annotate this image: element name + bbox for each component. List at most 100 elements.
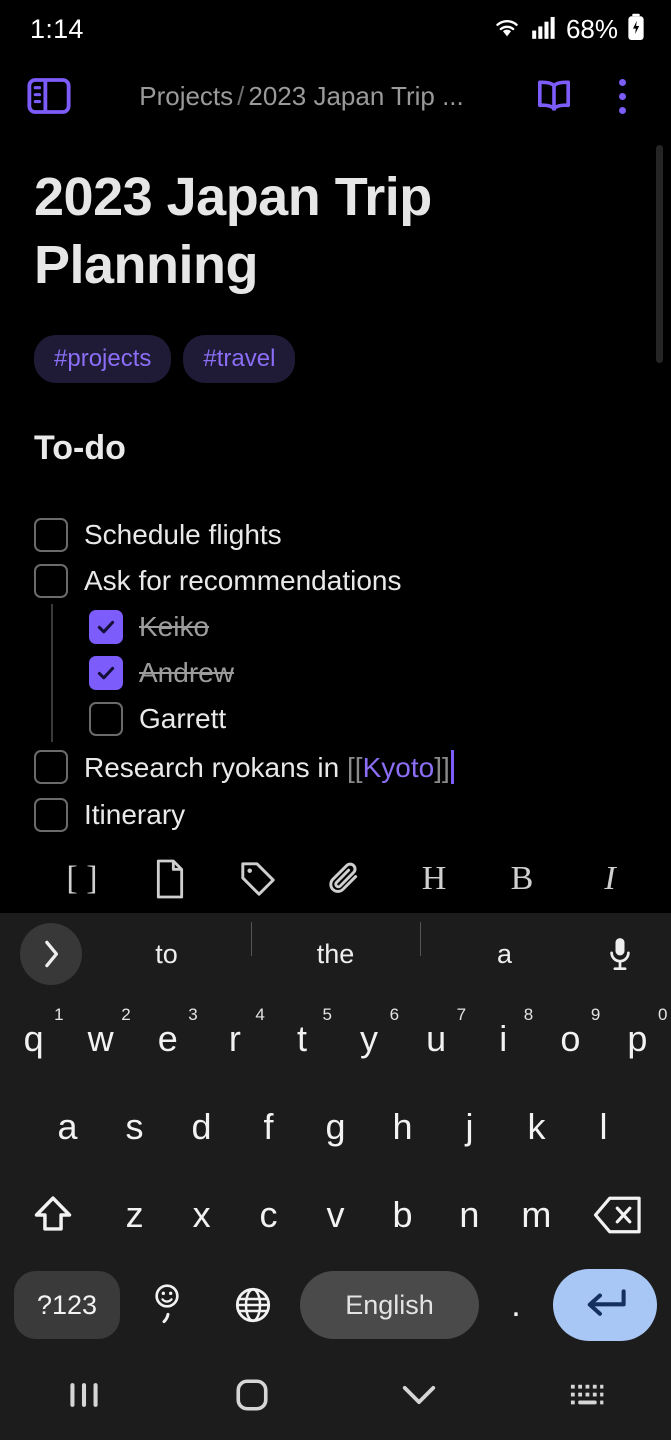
breadcrumb[interactable]: Projects/2023 Japan Trip ... xyxy=(90,81,513,112)
todo-label[interactable]: Schedule flights xyxy=(84,519,282,551)
heading-glyph: H xyxy=(421,860,447,897)
symbols-key[interactable]: ?123 xyxy=(14,1271,120,1339)
key-sup: 4 xyxy=(255,1005,265,1024)
key-d[interactable]: d xyxy=(168,1083,235,1171)
microphone-icon[interactable] xyxy=(589,936,651,972)
todo-label[interactable]: Itinerary xyxy=(84,799,185,831)
note-body: 2023 Japan Trip Planning #projects #trav… xyxy=(0,134,671,932)
three-dots-vertical-icon[interactable] xyxy=(595,69,649,123)
suggestion-the[interactable]: the xyxy=(251,921,420,970)
todo-item-ask-recommendations[interactable]: Ask for recommendations xyxy=(34,558,637,604)
checkbox-checked[interactable] xyxy=(89,610,123,644)
key-i[interactable]: 8i xyxy=(470,995,537,1083)
key-g[interactable]: g xyxy=(302,1083,369,1171)
key-w[interactable]: 2w xyxy=(67,995,134,1083)
key-j[interactable]: j xyxy=(436,1083,503,1171)
todo-label[interactable]: Research ryokans in [[Kyoto]] xyxy=(84,750,454,784)
chevron-down-icon[interactable] xyxy=(336,1382,504,1408)
checkbox-unchecked[interactable] xyxy=(34,750,68,784)
globe-icon[interactable] xyxy=(214,1285,292,1325)
key-s[interactable]: s xyxy=(101,1083,168,1171)
cellular-signal-icon xyxy=(531,14,557,45)
emoji-comma-icon[interactable] xyxy=(128,1280,206,1330)
keyboard-layout-icon[interactable] xyxy=(503,1381,671,1409)
key-k[interactable]: k xyxy=(503,1083,570,1171)
on-screen-keyboard: to the a 1q 2w 3e 4r 5t 6y 7u 8i 9o 0 p … xyxy=(0,913,671,1350)
key-n[interactable]: n xyxy=(436,1171,503,1259)
key-z[interactable]: z xyxy=(101,1171,168,1259)
breadcrumb-parent[interactable]: Projects xyxy=(139,81,233,111)
wikilink-close-bracket: ]] xyxy=(434,752,450,783)
key-q[interactable]: 1q xyxy=(0,995,67,1083)
key-l[interactable]: l xyxy=(570,1083,637,1171)
todo-item-andrew[interactable]: Andrew xyxy=(89,650,637,696)
recents-bars-icon[interactable] xyxy=(0,1378,168,1412)
key-label: w xyxy=(87,1018,114,1059)
shift-arrow-icon[interactable] xyxy=(4,1171,101,1259)
suggestion-a[interactable]: a xyxy=(420,921,589,970)
checkbox-unchecked[interactable] xyxy=(34,518,68,552)
enter-return-icon[interactable] xyxy=(553,1269,657,1341)
heading-icon[interactable]: H xyxy=(390,845,478,913)
italic-icon[interactable]: I xyxy=(566,845,654,913)
tag-icon[interactable] xyxy=(214,845,302,913)
todo-item-garrett[interactable]: Garrett xyxy=(89,696,637,742)
brackets-icon[interactable]: [ ] xyxy=(38,845,126,913)
key-f[interactable]: f xyxy=(235,1083,302,1171)
todo-item-research-ryokans[interactable]: Research ryokans in [[Kyoto]] xyxy=(34,744,637,790)
strikethrough-icon[interactable]: S xyxy=(654,845,671,913)
suggestion-to[interactable]: to xyxy=(82,939,251,970)
tag-chip-travel[interactable]: #travel xyxy=(183,335,296,383)
chevron-right-icon[interactable] xyxy=(20,923,82,985)
bold-icon[interactable]: B xyxy=(478,845,566,913)
keyboard-row-1: 1q 2w 3e 4r 5t 6y 7u 8i 9o 0p xyxy=(0,995,671,1083)
backspace-delete-icon[interactable] xyxy=(570,1171,667,1259)
wikilink-kyoto[interactable]: Kyoto xyxy=(363,752,435,783)
key-sup: 0 xyxy=(657,1005,668,1024)
tag-chip-projects[interactable]: #projects xyxy=(34,335,172,383)
key-c[interactable]: c xyxy=(235,1171,302,1259)
key-u[interactable]: 7u xyxy=(403,995,470,1083)
todo-item-keiko[interactable]: Keiko xyxy=(89,604,637,650)
key-e[interactable]: 3e xyxy=(134,995,201,1083)
checkbox-unchecked[interactable] xyxy=(34,564,68,598)
battery-icon xyxy=(627,13,645,46)
breadcrumb-current[interactable]: 2023 Japan Trip ... xyxy=(248,81,463,111)
todo-label[interactable]: Keiko xyxy=(139,611,209,643)
checkbox-unchecked[interactable] xyxy=(89,702,123,736)
todo-label[interactable]: Andrew xyxy=(139,657,234,689)
checkbox-checked[interactable] xyxy=(89,656,123,690)
key-o[interactable]: 9o xyxy=(537,995,604,1083)
page-file-icon[interactable] xyxy=(126,845,214,913)
key-v[interactable]: v xyxy=(302,1171,369,1259)
spacebar-key[interactable]: English xyxy=(300,1271,479,1339)
todo-label[interactable]: Ask for recommendations xyxy=(84,565,401,597)
key-label: t xyxy=(296,1018,307,1059)
text-caret xyxy=(450,750,454,784)
key-p[interactable]: 0p xyxy=(604,995,671,1083)
key-label: q xyxy=(23,1018,44,1059)
paperclip-icon[interactable] xyxy=(302,845,390,913)
todo-label-text: Research ryokans in xyxy=(84,752,348,783)
todo-item-schedule-flights[interactable]: Schedule flights xyxy=(34,512,637,558)
checkbox-unchecked[interactable] xyxy=(34,798,68,832)
key-h[interactable]: h xyxy=(369,1083,436,1171)
sidebar-panel-icon[interactable] xyxy=(22,69,76,123)
todo-sublist: Keiko Andrew Garrett xyxy=(34,604,637,742)
key-y[interactable]: 6y xyxy=(336,995,403,1083)
suggestion-items: to the a xyxy=(82,921,589,970)
vertical-scrollbar[interactable] xyxy=(656,145,663,363)
page-title[interactable]: 2023 Japan Trip Planning xyxy=(34,164,637,299)
key-x[interactable]: x xyxy=(168,1171,235,1259)
key-r[interactable]: 4r xyxy=(201,995,268,1083)
key-a[interactable]: a xyxy=(34,1083,101,1171)
todo-item-itinerary[interactable]: Itinerary xyxy=(34,792,637,838)
key-sup: 9 xyxy=(590,1005,601,1024)
key-m[interactable]: m xyxy=(503,1171,570,1259)
key-t[interactable]: 5t xyxy=(268,995,335,1083)
key-b[interactable]: b xyxy=(369,1171,436,1259)
period-key[interactable]: . xyxy=(487,1286,545,1325)
home-square-icon[interactable] xyxy=(168,1377,336,1413)
todo-label[interactable]: Garrett xyxy=(139,703,226,735)
open-book-icon[interactable] xyxy=(527,69,581,123)
